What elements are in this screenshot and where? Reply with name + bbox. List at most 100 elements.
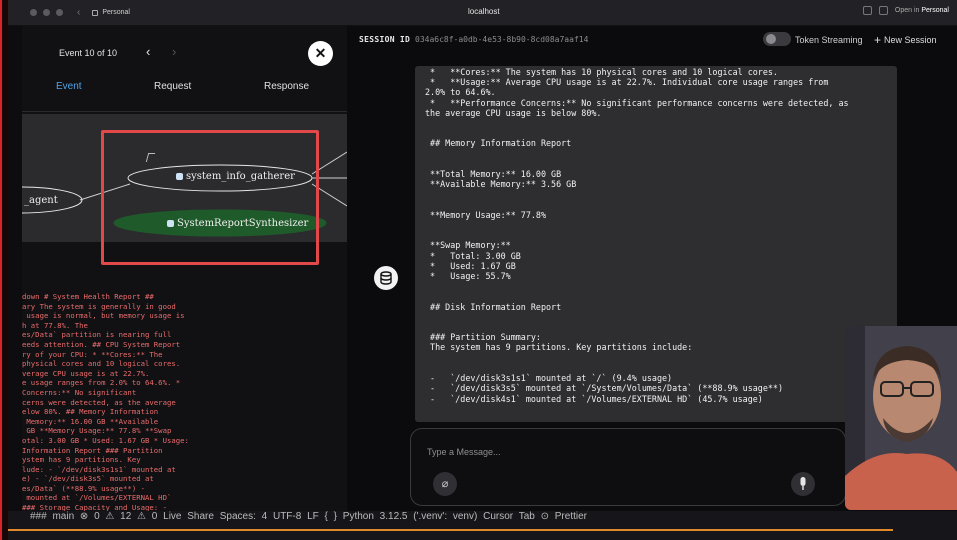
message-line: - `/dev/disk4s1` mounted at `/Volumes/EX… xyxy=(425,393,763,404)
paperclip-icon: ⌀ xyxy=(441,478,449,490)
toggle-knob xyxy=(766,34,776,44)
chevron-left-icon[interactable]: ‹ xyxy=(146,44,150,59)
message-line xyxy=(425,128,895,138)
trace-panel: Event 10 of 10 ‹ › ✕ Event Request Respo… xyxy=(22,26,347,516)
log-line: ary The system is generally in good xyxy=(22,301,176,311)
message-line: * Used: 1.67 GB xyxy=(425,260,516,271)
event-log-text: down # System Health Report ## ary The sy… xyxy=(22,292,347,522)
microphone-button[interactable] xyxy=(791,472,815,496)
back-icon[interactable]: ‹ xyxy=(77,7,80,18)
database-button[interactable] xyxy=(374,266,398,290)
event-counter: Event 10 of 10 xyxy=(59,48,118,58)
message-line: **Total Memory:** 16.00 GB xyxy=(425,169,562,180)
recording-border-left xyxy=(0,0,8,540)
log-line: ystem has 9 partitions. Key xyxy=(22,455,141,465)
message-line: **Swap Memory:** xyxy=(425,240,511,251)
message-line: ## Disk Information Report xyxy=(425,301,562,312)
graph-node-agent[interactable]: _agent xyxy=(24,195,58,206)
message-line xyxy=(425,322,895,332)
tab-event[interactable]: Event xyxy=(56,81,82,92)
tab-response[interactable]: Response xyxy=(264,81,309,92)
message-line: ### Partition Summary: xyxy=(425,332,541,343)
session-id-value: 034a6c8f-a0db-4e53-8b90-8cd08a7aaf14 xyxy=(415,35,589,44)
profile-label: Personal xyxy=(102,9,130,16)
token-streaming-toggle[interactable] xyxy=(763,32,791,46)
message-line xyxy=(425,200,895,210)
minimize-window-icon[interactable] xyxy=(43,9,50,16)
message-line xyxy=(425,220,895,230)
log-line: GB **Memory Usage:** 77.8% **Swap xyxy=(22,426,172,436)
new-session-label: New Session xyxy=(884,35,937,45)
message-line: * **Usage:** Average CPU usage is at 22.… xyxy=(425,77,829,88)
new-session-button[interactable]: + New Session xyxy=(874,33,937,47)
plus-icon: + xyxy=(874,33,882,47)
message-line xyxy=(425,149,895,159)
attach-button[interactable]: ⌀ xyxy=(433,472,457,496)
log-line: Memory:** 16.00 GB **Available xyxy=(22,416,159,426)
message-line xyxy=(425,281,895,291)
message-line: * **Performance Concerns:** No significa… xyxy=(425,97,849,108)
reader-icon[interactable] xyxy=(862,6,872,15)
webcam-overlay xyxy=(845,326,957,510)
tab-request[interactable]: Request xyxy=(154,81,191,92)
log-line: usage is normal, but memory usage is xyxy=(22,311,185,321)
message-line: 2.0% to 64.6%. xyxy=(425,87,496,98)
assistant-message: * **Cores:** The system has 10 physical … xyxy=(415,66,897,422)
message-line xyxy=(425,189,895,199)
message-line: The system has 9 partitions. Key partiti… xyxy=(425,342,693,353)
message-line xyxy=(425,118,895,128)
status-progress-line xyxy=(8,529,893,531)
log-line: Concerns:** No significant xyxy=(22,387,137,397)
message-markdown: * **Cores:** The system has 10 physical … xyxy=(425,67,895,404)
message-line: **Memory Usage:** 77.8% xyxy=(425,209,547,220)
open-in-label: Open in xyxy=(894,7,920,14)
message-line: **Available Memory:** 3.56 GB xyxy=(425,179,577,190)
close-icon: ✕ xyxy=(314,45,327,61)
maximize-window-icon[interactable] xyxy=(56,9,63,16)
log-line: cerns were detected, as the average xyxy=(22,397,176,407)
microphone-icon xyxy=(800,477,806,490)
log-line: h at 77.8%. The xyxy=(22,320,88,330)
message-line: - `/dev/disk3s1s1` mounted at `/` (9.4% … xyxy=(425,373,673,384)
profile-chip[interactable]: Personal xyxy=(92,9,130,16)
log-line: down # System Health Report ## xyxy=(22,292,154,301)
browser-toolbar: ‹ Personal localhost Open in Personal xyxy=(8,0,957,26)
link-icon[interactable] xyxy=(878,6,888,15)
log-line: verage CPU usage is at 22.7%. xyxy=(22,368,150,378)
close-panel-button[interactable]: ✕ xyxy=(308,41,333,66)
log-line: ry of your CPU: * **Cores:** The xyxy=(22,349,163,359)
open-in-profile: Personal xyxy=(921,7,949,14)
message-line: the average CPU usage is below 80%. xyxy=(425,107,602,118)
log-line: mounted at `/Volumes/EXTERNAL HD` xyxy=(22,493,172,503)
message-line: - `/dev/disk3s5` mounted at `/System/Vol… xyxy=(425,383,783,394)
window-controls xyxy=(30,9,63,16)
message-input[interactable]: Type a Message... ⌀ xyxy=(410,428,846,506)
message-line xyxy=(425,291,895,301)
browser-actions: Open in Personal xyxy=(862,6,949,15)
highlight-box xyxy=(101,130,319,265)
event-header: Event 10 of 10 ‹ › ✕ xyxy=(22,26,347,82)
message-input-placeholder: Type a Message... xyxy=(427,447,501,457)
log-line: otal: 3.00 GB * Used: 1.67 GB * Usage: xyxy=(22,435,189,445)
message-line xyxy=(425,363,895,373)
close-window-icon[interactable] xyxy=(30,9,37,16)
message-line xyxy=(425,353,895,363)
message-line xyxy=(425,230,895,240)
log-line: es/Data` (**88.9% usage**) - xyxy=(22,483,146,493)
token-streaming-label: Token Streaming xyxy=(795,35,863,45)
database-icon xyxy=(380,271,392,285)
profile-icon xyxy=(92,9,99,16)
log-line: e) - `/dev/disk3s5` mounted at xyxy=(22,474,154,484)
message-line: * Usage: 55.7% xyxy=(425,271,511,282)
log-line: eeds attention. ## CPU System Report xyxy=(22,339,181,349)
chevron-right-icon[interactable]: › xyxy=(172,44,176,59)
log-line: physical cores and 10 logical cores. xyxy=(22,359,181,369)
presenter-avatar xyxy=(845,326,957,510)
log-line: Information Report ### Partition xyxy=(22,445,163,455)
address-bar[interactable]: localhost xyxy=(468,7,500,16)
session-label: SESSION ID xyxy=(359,35,411,44)
log-line: es/Data` partition is nearing full xyxy=(22,330,172,340)
message-line xyxy=(425,159,895,169)
open-in-button[interactable]: Open in Personal xyxy=(895,7,949,14)
message-line: ## Memory Information Report xyxy=(425,138,572,149)
